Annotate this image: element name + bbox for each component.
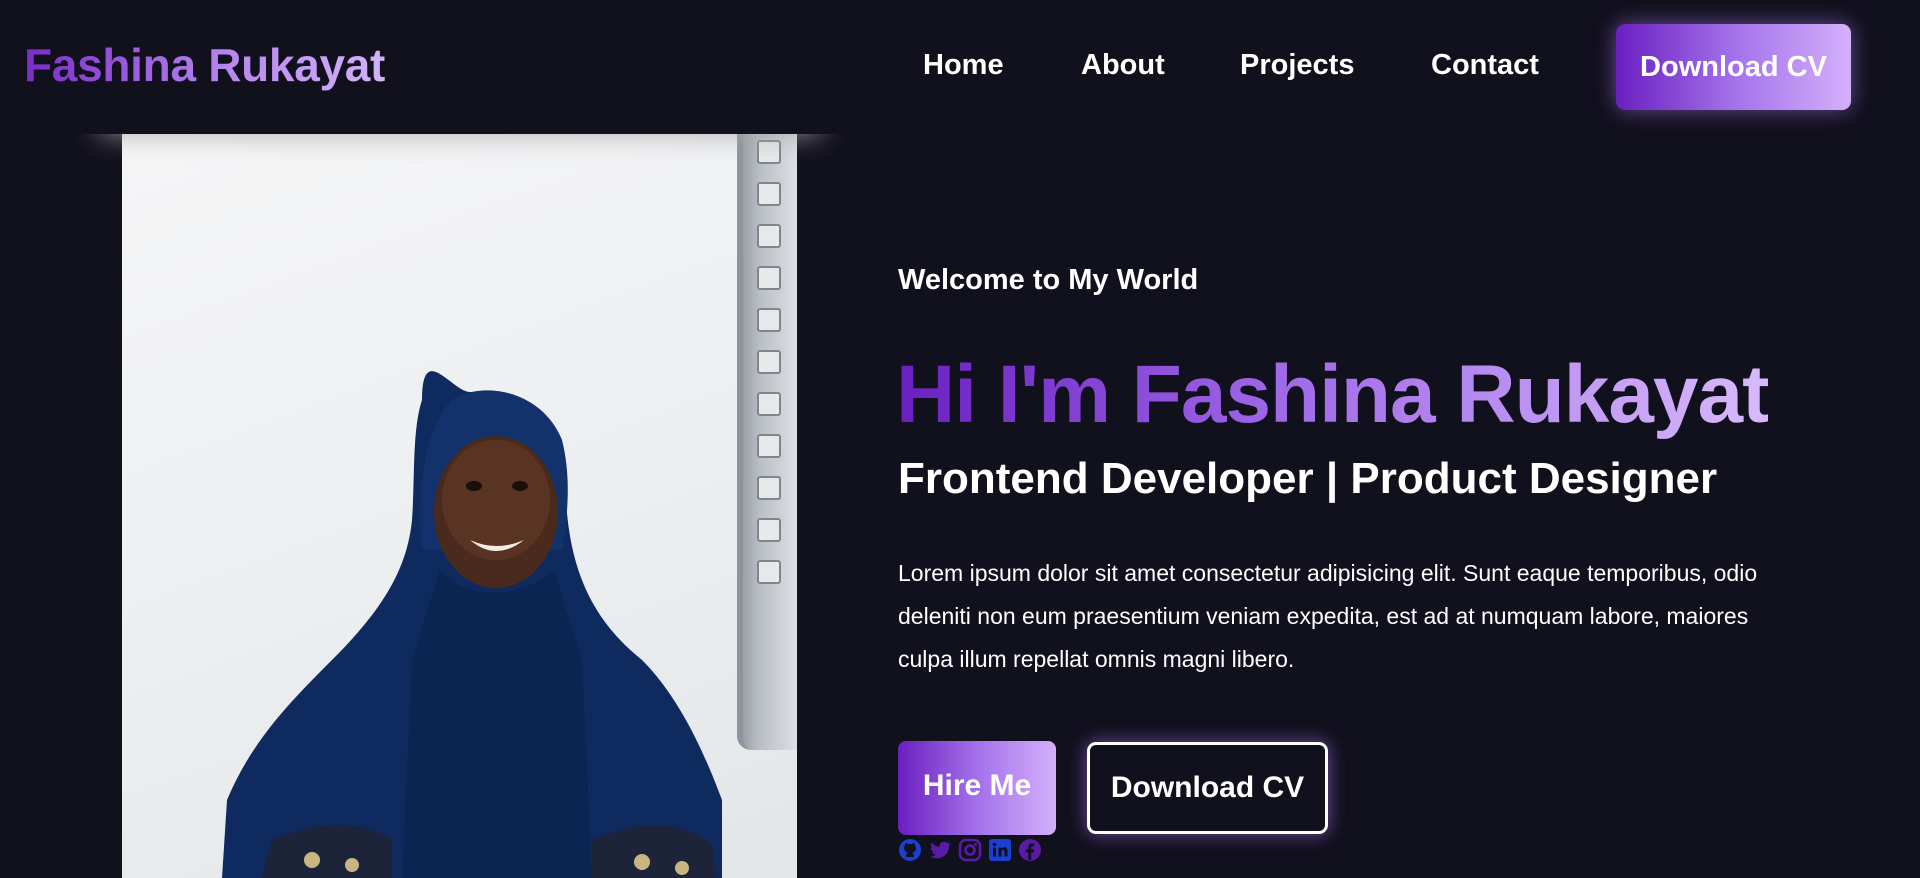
- profile-photo: [122, 100, 797, 878]
- nav-link-projects[interactable]: Projects: [1240, 49, 1354, 82]
- navbar: Fashina Rukayat Home About Projects Cont…: [0, 0, 1920, 134]
- welcome-text: Welcome to My World: [898, 264, 1199, 296]
- social-links: [898, 838, 1042, 862]
- hero-subtitle: Frontend Developer | Product Designer: [898, 454, 1718, 503]
- instagram-icon[interactable]: [958, 838, 982, 862]
- nav-link-contact[interactable]: Contact: [1431, 49, 1539, 82]
- twitter-icon[interactable]: [928, 838, 952, 862]
- hire-me-button[interactable]: Hire Me: [898, 741, 1056, 835]
- site-logo[interactable]: Fashina Rukayat: [24, 38, 385, 92]
- hero-intro: Lorem ipsum dolor sit amet consectetur a…: [898, 560, 1758, 672]
- nav-link-home[interactable]: Home: [923, 49, 1004, 82]
- github-icon[interactable]: [898, 838, 922, 862]
- nav-link-about[interactable]: About: [1081, 49, 1165, 82]
- download-cv-button[interactable]: Download CV: [1087, 742, 1328, 834]
- hero-headline: Hi I'm Fashina Rukayat: [896, 349, 1769, 440]
- facebook-icon[interactable]: [1018, 838, 1042, 862]
- download-cv-nav-button[interactable]: Download CV: [1616, 24, 1851, 110]
- linkedin-icon[interactable]: [988, 838, 1012, 862]
- person-figure: [222, 371, 722, 878]
